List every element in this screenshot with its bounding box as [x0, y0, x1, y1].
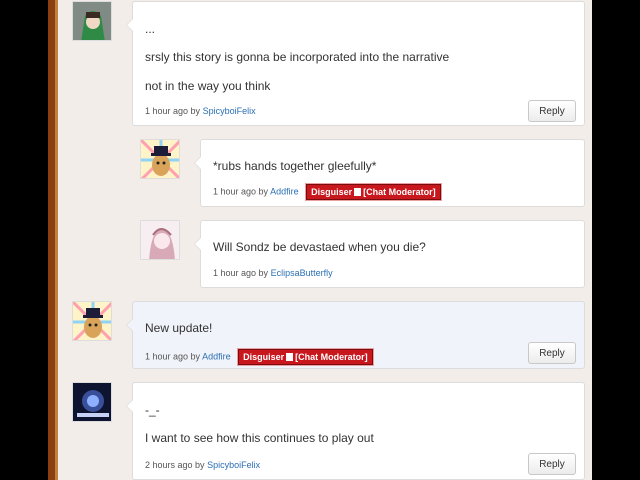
- comment-text: -_-: [145, 403, 160, 417]
- moderator-badge: Disguiser [Chat Moderator]: [238, 349, 373, 365]
- comment-text: New update!: [145, 321, 213, 335]
- comment-box: *rubs hands together gleefully* 1 hour a…: [194, 139, 585, 207]
- comment-meta: 1 hour ago by Addfire Disguiser [Chat Mod…: [145, 349, 373, 365]
- timestamp: 1 hour ago by: [145, 106, 201, 116]
- avatar[interactable]: [72, 301, 112, 341]
- comment-box: -_- I want to see how this continues to …: [126, 382, 585, 480]
- timestamp: 2 hours ago by: [145, 460, 205, 470]
- comment-text: srsly this story is gonna be incorporate…: [145, 50, 450, 64]
- author-link[interactable]: SpicyboiFelix: [203, 106, 256, 116]
- reply-button[interactable]: Reply: [528, 453, 576, 475]
- reply-button[interactable]: Reply: [528, 100, 576, 122]
- comment-meta: 1 hour ago by EclipsaButterfly: [213, 268, 333, 278]
- avatar[interactable]: [140, 139, 180, 179]
- left-border-accent: [55, 0, 58, 480]
- author-link[interactable]: Addfire: [202, 351, 231, 361]
- avatar[interactable]: [140, 220, 180, 260]
- author-link[interactable]: SpicyboiFelix: [207, 460, 260, 470]
- comment-thread: ... srsly this story is gonna be incorpo…: [48, 0, 592, 480]
- comment-meta: 1 hour ago by Addfire Disguiser [Chat Mod…: [213, 184, 441, 200]
- comment-text: ...: [145, 22, 156, 36]
- timestamp: 1 hour ago by: [145, 351, 201, 362]
- comment-text: not in the way you think: [145, 79, 271, 93]
- left-border: [48, 0, 55, 480]
- timestamp: 1 hour ago by: [213, 186, 269, 197]
- comment-box: Will Sondz be devastaed when you die? 1 …: [194, 220, 585, 288]
- avatar[interactable]: [72, 1, 112, 41]
- moderator-badge: Disguiser [Chat Moderator]: [306, 184, 441, 200]
- timestamp: 1 hour ago by: [213, 268, 269, 278]
- author-link[interactable]: EclipsaButterfly: [271, 268, 333, 278]
- comment-text: *rubs hands together gleefully*: [213, 159, 377, 173]
- shield-icon: [286, 353, 294, 361]
- comment-box: ... srsly this story is gonna be incorpo…: [126, 1, 585, 126]
- reply-button[interactable]: Reply: [528, 342, 576, 364]
- shield-icon: [354, 188, 362, 196]
- avatar[interactable]: [72, 382, 112, 422]
- author-link[interactable]: Addfire: [270, 186, 299, 196]
- comment-meta: 1 hour ago by SpicyboiFelix: [145, 106, 256, 116]
- comment-box: New update! 1 hour ago by Addfire Disgui…: [126, 301, 585, 369]
- comment-meta: 2 hours ago by SpicyboiFelix: [145, 460, 260, 470]
- comment-text: I want to see how this continues to play…: [145, 431, 374, 445]
- comment-text: Will Sondz be devastaed when you die?: [213, 240, 426, 254]
